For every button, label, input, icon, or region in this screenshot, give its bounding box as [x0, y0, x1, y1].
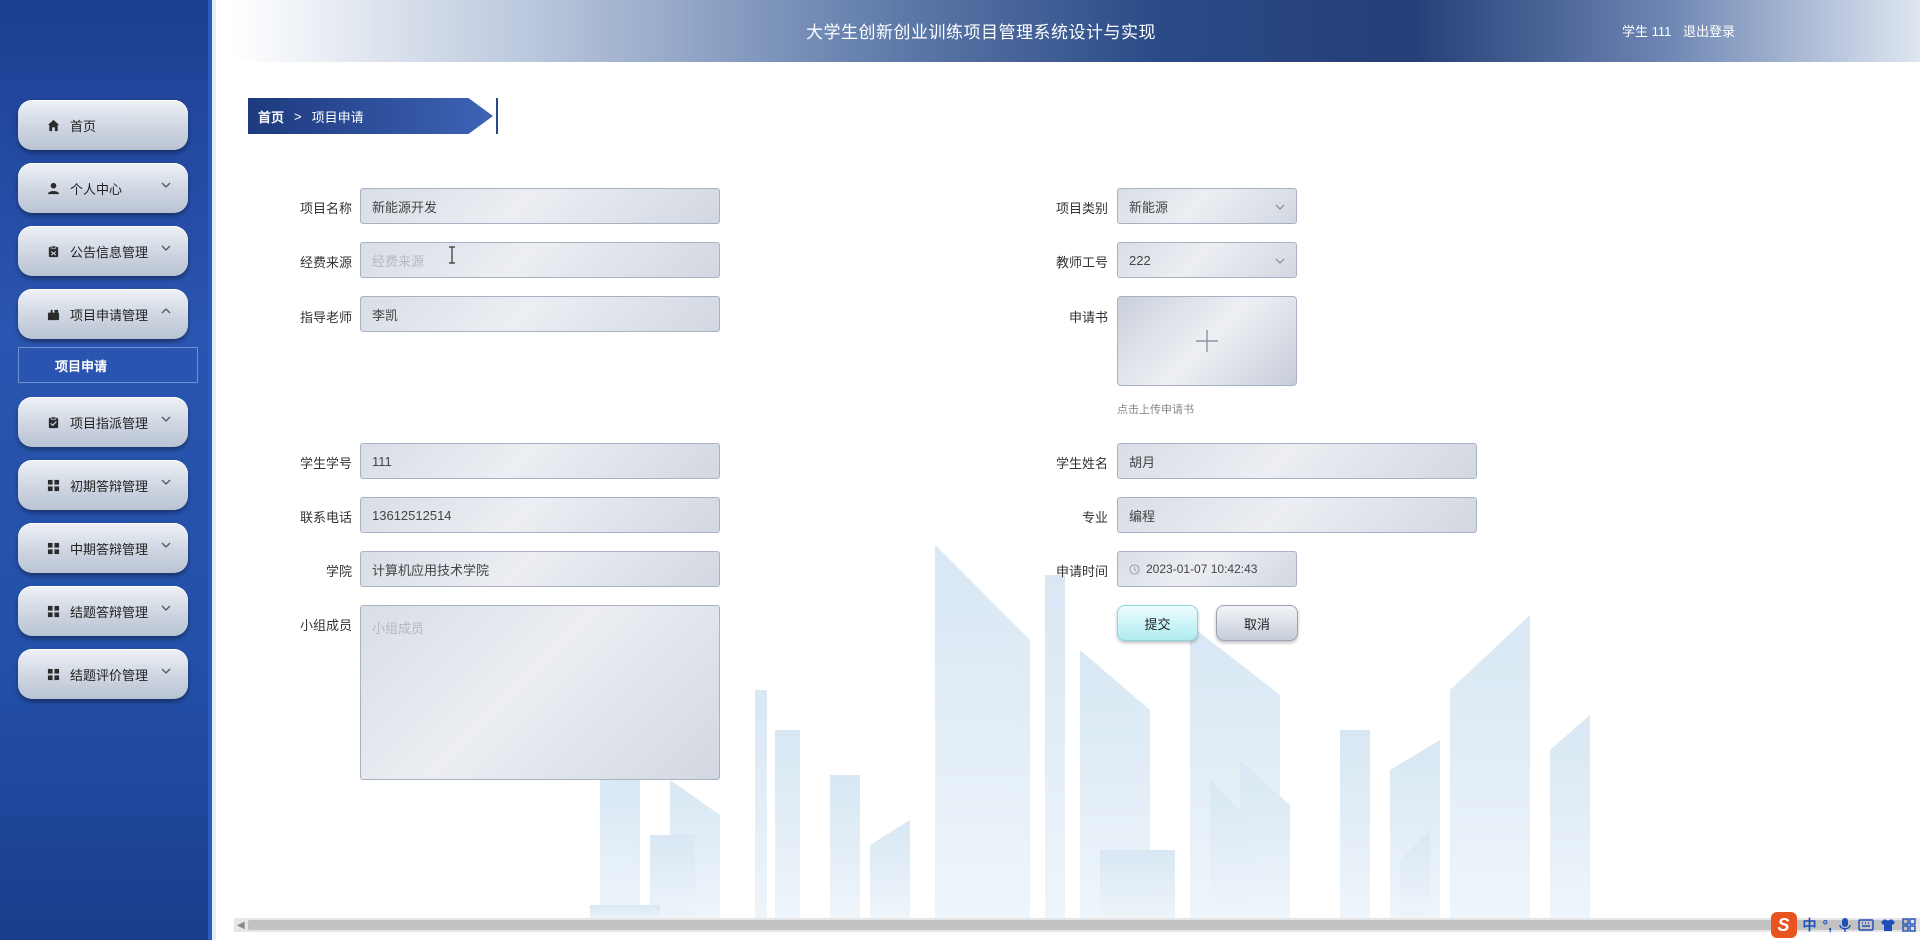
sogou-logo-icon[interactable]: S: [1770, 912, 1797, 938]
sidebar-subitem-project-application[interactable]: 项目申请: [18, 347, 198, 383]
project-name-label: 项目名称: [299, 201, 352, 216]
sidebar: 首页 个人中心 公告信息管理 项目申请管理 项目申请 项目指派管理 初期答辩管理…: [0, 0, 216, 940]
sidebar-item-label: 公告信息管理: [70, 244, 149, 260]
ime-toolbar: S 中 °,: [1740, 910, 1920, 940]
breadcrumb-current: 项目申请: [311, 109, 364, 125]
clipboard-icon: [46, 244, 60, 258]
apply-time-value: 2023-01-07 10:42:43: [1146, 562, 1258, 576]
breadcrumb-separator: >: [294, 108, 302, 124]
submit-button[interactable]: 提交: [1117, 605, 1198, 641]
sidebar-subitem-label: 项目申请: [55, 358, 108, 374]
chevron-down-icon: [161, 668, 171, 674]
application-label: 申请书: [1068, 310, 1108, 325]
teacher-id-value: 222: [1129, 252, 1151, 268]
sidebar-item-label: 项目指派管理: [70, 415, 149, 431]
breadcrumb-bar: 首页 > 项目申请: [248, 98, 493, 134]
sidebar-item-midterm-defense-management[interactable]: 中期答辩管理: [18, 523, 188, 573]
text-cursor-icon: [449, 246, 455, 264]
teacher-id-select[interactable]: 222: [1117, 242, 1297, 278]
ime-language-toggle[interactable]: 中: [1803, 915, 1817, 935]
sidebar-item-final-evaluation-management[interactable]: 结题评价管理: [18, 649, 188, 699]
grid-icon: [46, 478, 60, 492]
chevron-down-icon: [161, 479, 171, 485]
team-members-label: 小组成员: [299, 618, 352, 633]
sidebar-item-personal-center[interactable]: 个人中心: [18, 163, 188, 213]
apply-time-input[interactable]: 2023-01-07 10:42:43: [1117, 551, 1297, 587]
header-user-area: 学生 111 退出登录: [1614, 21, 1735, 40]
sidebar-item-project-assignment-management[interactable]: 项目指派管理: [18, 397, 188, 447]
chevron-down-icon: [161, 605, 171, 611]
skin-shirt-icon[interactable]: [1880, 918, 1896, 932]
phone-label: 联系电话: [299, 510, 352, 525]
sidebar-item-label: 个人中心: [70, 181, 123, 197]
advisor-input[interactable]: 李凯: [360, 296, 720, 332]
top-header: 大学生创新创业训练项目管理系统设计与实现 学生 111 退出登录: [232, 0, 1920, 62]
breadcrumb-divider: [496, 98, 498, 134]
chevron-down-icon: [161, 245, 171, 251]
microphone-icon[interactable]: [1838, 917, 1852, 933]
college-input[interactable]: 计算机应用技术学院: [360, 551, 720, 587]
project-category-label: 项目类别: [1055, 201, 1108, 216]
major-input[interactable]: 编程: [1117, 497, 1477, 533]
horizontal-scrollbar[interactable]: ◀: [234, 918, 1920, 932]
sidebar-item-label: 中期答辩管理: [70, 541, 149, 557]
person-icon: [46, 181, 60, 195]
sidebar-item-label: 结题评价管理: [70, 667, 149, 683]
sidebar-item-project-application-management[interactable]: 项目申请管理: [18, 289, 188, 339]
toolbox-grid-icon[interactable]: [1902, 918, 1916, 932]
sidebar-item-home[interactable]: 首页: [18, 100, 188, 150]
sidebar-menu: 首页 个人中心 公告信息管理 项目申请管理 项目申请 项目指派管理 初期答辩管理…: [18, 100, 198, 712]
student-id-input[interactable]: 111: [360, 443, 720, 479]
chevron-up-icon: [161, 308, 171, 314]
grid-icon: [46, 604, 60, 618]
application-upload[interactable]: [1117, 296, 1297, 386]
project-category-select[interactable]: 新能源: [1117, 188, 1297, 224]
sidebar-item-label: 结题答辩管理: [70, 604, 149, 620]
sidebar-item-label: 首页: [70, 118, 97, 134]
clock-icon: [1129, 563, 1140, 575]
scrollbar-thumb[interactable]: [248, 920, 1908, 930]
sidebar-item-initial-defense-management[interactable]: 初期答辩管理: [18, 460, 188, 510]
cancel-button[interactable]: 取消: [1216, 605, 1298, 641]
phone-input[interactable]: 13612512514: [360, 497, 720, 533]
project-name-input[interactable]: 新能源开发: [360, 188, 720, 224]
briefcase-icon: [46, 307, 60, 321]
student-id-label: 学生学号: [299, 456, 352, 471]
college-label: 学院: [325, 564, 352, 579]
sidebar-item-label: 初期答辩管理: [70, 478, 149, 494]
chevron-down-icon: [1275, 204, 1285, 210]
sidebar-item-notice-management[interactable]: 公告信息管理: [18, 226, 188, 276]
funding-source-input[interactable]: 经费来源: [360, 242, 720, 278]
apply-time-label: 申请时间: [1055, 564, 1108, 579]
team-members-textarea[interactable]: 小组成员: [360, 605, 720, 780]
ime-punctuation-toggle[interactable]: °,: [1823, 917, 1833, 933]
major-label: 专业: [1081, 510, 1108, 525]
chevron-down-icon: [161, 542, 171, 548]
breadcrumb: 首页 > 项目申请: [248, 98, 518, 134]
project-category-value: 新能源: [1129, 199, 1169, 215]
advisor-label: 指导老师: [299, 310, 352, 325]
keyboard-icon[interactable]: [1858, 918, 1874, 932]
plus-icon: [1196, 330, 1218, 352]
home-icon: [46, 118, 60, 132]
grid-icon: [46, 667, 60, 681]
skyline-background: [590, 545, 1590, 920]
logout-link[interactable]: 退出登录: [1683, 24, 1735, 39]
student-name-label: 学生姓名: [1055, 456, 1108, 471]
teacher-id-label: 教师工号: [1055, 255, 1108, 270]
chevron-down-icon: [1275, 258, 1285, 264]
upload-hint: 点击上传申请书: [1117, 404, 1194, 416]
grid-icon: [46, 541, 60, 555]
sidebar-item-final-defense-management[interactable]: 结题答辩管理: [18, 586, 188, 636]
checklist-icon: [46, 415, 60, 429]
chevron-down-icon: [161, 182, 171, 188]
sidebar-item-label: 项目申请管理: [70, 307, 149, 323]
student-name-input[interactable]: 胡月: [1117, 443, 1477, 479]
chevron-down-icon: [161, 416, 171, 422]
funding-source-label: 经费来源: [299, 255, 352, 270]
current-user: 学生 111: [1621, 24, 1672, 39]
scroll-left-arrow-icon[interactable]: ◀: [237, 920, 245, 931]
breadcrumb-home[interactable]: 首页: [258, 107, 284, 126]
